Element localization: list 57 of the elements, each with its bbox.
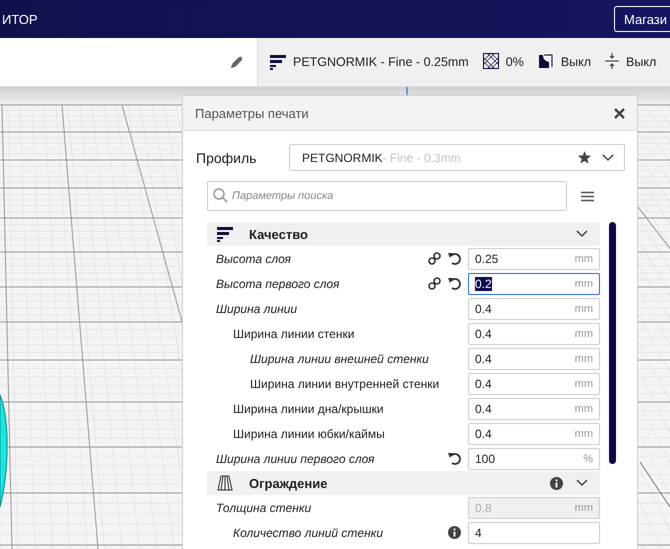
setting-label: Толщина стенки	[216, 500, 312, 514]
profile-label: Профиль	[196, 150, 258, 166]
support-icon	[538, 52, 554, 68]
search-icon	[213, 188, 228, 203]
setting-label: Высота первого слоя	[216, 276, 340, 290]
search-field[interactable]: Параметры поиска	[207, 181, 567, 211]
settings-category-header[interactable]: Качество	[207, 222, 600, 246]
quality-icon	[270, 54, 286, 70]
setting-label: Ширина линии	[216, 302, 298, 316]
scrollbar[interactable]	[609, 222, 616, 464]
setting-input-field[interactable]: 0.4 mm	[468, 398, 600, 420]
link-icon[interactable]	[428, 277, 441, 290]
profile-name: PETGNORMIK	[302, 150, 383, 164]
setting-input-field[interactable]: 0.4 mm	[468, 422, 600, 444]
chevron-down-icon[interactable]	[602, 154, 614, 162]
quality-icon	[217, 226, 233, 242]
chevron-down-icon[interactable]	[576, 230, 588, 238]
setting-label: Ширина линии стенки	[233, 326, 356, 340]
shell-icon	[217, 475, 233, 491]
setting-input-field[interactable]: 0.25 mm	[468, 248, 600, 270]
panel-title: Параметры печати	[195, 106, 309, 120]
setting-label: Ширина линии юбки/каймы	[233, 426, 386, 440]
setting-input-field[interactable]: 0.4 mm	[468, 322, 600, 344]
settings-category-header[interactable]: Ограждение	[207, 471, 600, 495]
setting-input-field[interactable]: 0.4 mm	[468, 348, 600, 370]
setting-input-field[interactable]: 0.2 mm	[468, 272, 600, 294]
setting-label: Ширина линии дна/крышки	[233, 402, 385, 416]
setting-label: Количество линий стенки	[233, 526, 384, 540]
profile-summary: PETGNORMIK - Fine - 0.25mm	[293, 55, 469, 69]
reset-icon[interactable]	[448, 452, 461, 465]
pencil-icon[interactable]	[231, 56, 243, 68]
info-icon[interactable]	[550, 476, 563, 490]
infill-icon	[482, 52, 499, 68]
adhesion-value: Выкл	[626, 55, 656, 69]
setting-input-field[interactable]: 0.4 mm	[468, 372, 600, 394]
setting-label: Высота слоя	[216, 252, 292, 266]
setting-label: Ширина линии первого слоя	[216, 452, 376, 466]
profile-dropdown[interactable]: PETGNORMIK- Fine - 0.3mm	[289, 144, 625, 171]
setting-input-field[interactable]: 0.4 mm	[468, 298, 600, 320]
infill-value: 0%	[506, 55, 524, 69]
category-title: Качество	[249, 226, 309, 242]
setting-input-field[interactable]: 100 %	[468, 448, 600, 470]
setting-label: Ширина линии внутренней стенки	[250, 376, 440, 390]
reset-icon[interactable]	[448, 277, 461, 290]
reset-icon[interactable]	[448, 252, 461, 265]
setting-label: Ширина линии внешней стенки	[250, 352, 430, 366]
support-value: Выкл	[560, 55, 592, 69]
star-icon[interactable]	[578, 151, 591, 164]
marketplace-button[interactable]: Магази	[614, 6, 670, 32]
menu-icon[interactable]	[581, 190, 594, 202]
category-title: Ограждение	[249, 476, 328, 490]
link-icon[interactable]	[428, 252, 441, 265]
chevron-down-icon[interactable]	[576, 479, 588, 487]
close-icon[interactable]	[614, 108, 625, 118]
profile-quality-text: - Fine - 0.3mm	[382, 150, 462, 164]
app-title: ИТОР	[1, 12, 38, 26]
adhesion-icon	[605, 52, 620, 68]
